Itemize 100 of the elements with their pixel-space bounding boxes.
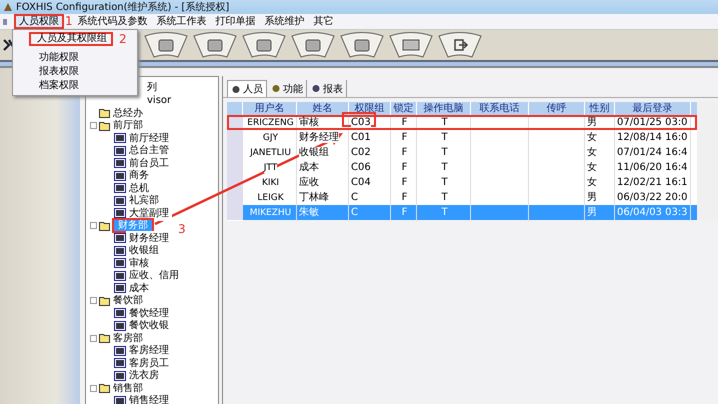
collapse-icon[interactable] xyxy=(90,384,97,392)
table-cell: 11/06/20 16:4 xyxy=(617,162,688,173)
table-cell: 12/02/21 16:1 xyxy=(617,177,688,188)
table-cell: 女 xyxy=(587,147,597,158)
table-cell: 女 xyxy=(587,177,597,188)
table-cell: 男 xyxy=(587,117,597,128)
tab[interactable]: 报表 xyxy=(308,80,347,97)
table-cell: JTT xyxy=(264,163,278,173)
group-icon xyxy=(114,233,126,244)
menu-item[interactable]: 系统维护 xyxy=(260,14,309,29)
table-cell: GJY xyxy=(262,133,278,143)
menu-item[interactable]: 系统代码及参数 xyxy=(74,14,152,29)
menu-item[interactable]: 功能权限 xyxy=(13,51,81,65)
menu-item[interactable]: 系统工作表 xyxy=(152,14,211,29)
menu-item[interactable]: 人员及其权限组 xyxy=(29,32,113,46)
table-cell: 应收 xyxy=(299,177,319,188)
group-icon xyxy=(114,133,126,144)
menu-item[interactable]: 其它 xyxy=(310,14,338,29)
table-cell: F xyxy=(402,117,408,128)
menu-item[interactable]: 档案权限 xyxy=(13,79,81,93)
table-cell: C01 xyxy=(351,132,371,143)
table-cell: 丁林峰 xyxy=(299,192,329,203)
menu-item[interactable]: 人员权限 xyxy=(14,14,64,29)
table-row[interactable]: GJY 财务经理 C01 F T 女 12/08/14 16:0 xyxy=(227,130,697,145)
table-cell: MIKEZHU xyxy=(250,208,292,218)
dot-icon xyxy=(271,84,281,93)
group-icon xyxy=(114,270,126,281)
toolbar-button[interactable] xyxy=(242,32,286,58)
table-cell: 06/04/03 03:3 xyxy=(617,207,688,218)
group-icon xyxy=(114,196,126,206)
table-row[interactable]: KIKI 应收 C04 F T 女 12/02/21 16:1 xyxy=(227,175,697,190)
table-cell: T xyxy=(441,132,448,143)
table-cell: 男 xyxy=(587,207,597,218)
collapse-icon[interactable] xyxy=(90,334,97,342)
table-cell: 07/01/25 03:0 xyxy=(617,117,688,128)
table-cell: T xyxy=(441,147,448,158)
menu-item[interactable]: 打印单据 xyxy=(212,14,260,29)
group-icon xyxy=(114,246,126,256)
group-icon xyxy=(114,283,126,294)
table-cell: C xyxy=(351,192,358,203)
table-cell: 男 xyxy=(587,192,597,203)
group-icon xyxy=(114,320,126,331)
table-cell: C xyxy=(351,207,358,218)
table-cell: T xyxy=(441,162,448,173)
table-cell: 06/03/22 20:0 xyxy=(617,192,688,203)
table-row[interactable]: JTT 成本 C06 F T 女 11/06/20 16:4 xyxy=(227,160,697,175)
table-cell: LEIGK xyxy=(257,193,284,203)
toolbar-button[interactable] xyxy=(389,32,433,58)
toolbar-button[interactable] xyxy=(291,32,335,58)
table-cell: T xyxy=(441,192,448,203)
folder-icon xyxy=(99,333,110,344)
table-cell: 财务经理 xyxy=(299,132,339,143)
app-icon xyxy=(3,2,13,12)
table-cell: T xyxy=(441,177,448,188)
table-cell: C02 xyxy=(351,147,371,158)
folder-icon xyxy=(99,383,110,394)
menu-grip-icon xyxy=(3,18,7,24)
table-cell: 审核 xyxy=(299,117,319,128)
dot-icon xyxy=(311,84,321,93)
collapse-icon[interactable] xyxy=(90,222,97,230)
table-cell: C03 xyxy=(351,117,371,128)
table-row[interactable]: ERICZENG 审核 C03 F T 男 07/01/25 03:0 xyxy=(227,115,697,130)
tab[interactable]: 人员 xyxy=(227,80,267,97)
toolbar-button[interactable] xyxy=(340,32,384,58)
annotation-number: 2 xyxy=(119,33,127,45)
collapse-icon[interactable] xyxy=(90,122,97,130)
group-icon xyxy=(114,308,126,318)
group-icon xyxy=(114,346,126,356)
annotation-number: 1 xyxy=(65,15,73,28)
table-cell: F xyxy=(402,132,408,143)
collapse-icon[interactable] xyxy=(90,297,97,304)
tab[interactable]: 功能 xyxy=(268,80,307,97)
table-cell: F xyxy=(402,147,408,158)
table-cell: F xyxy=(402,192,408,203)
table-row[interactable]: JANETLIU 收银组 C02 F T 女 07/01/24 16:4 xyxy=(227,145,697,160)
table-cell: KIKI xyxy=(262,178,280,188)
table-cell: 12/08/14 16:0 xyxy=(617,132,688,143)
group-icon xyxy=(114,258,126,268)
toolbar-button[interactable] xyxy=(438,32,482,58)
toolbar-button[interactable] xyxy=(144,32,188,58)
folder-icon xyxy=(99,220,110,231)
toolbar-button[interactable] xyxy=(193,32,237,58)
table-cell: F xyxy=(402,162,408,173)
folder-icon xyxy=(99,296,110,306)
group-icon xyxy=(114,183,126,194)
menu-item[interactable]: 报表权限 xyxy=(13,65,81,79)
table-cell: F xyxy=(402,207,408,218)
table-cell: F xyxy=(402,177,408,188)
table-cell: 女 xyxy=(587,132,597,143)
table-cell: C06 xyxy=(351,162,371,173)
table-row[interactable]: LEIGK 丁林峰 C F T 男 06/03/22 20:0 xyxy=(227,190,697,205)
highlight-frame xyxy=(342,112,376,127)
annotation-number: 3 xyxy=(178,223,186,236)
table-cell: 收银组 xyxy=(299,147,329,158)
table-cell: 朱敏 xyxy=(299,207,319,218)
group-icon xyxy=(114,146,126,156)
folder-icon xyxy=(99,120,110,131)
table-cell: 成本 xyxy=(299,162,319,173)
folder-icon xyxy=(99,108,110,118)
table-cell: 女 xyxy=(587,162,597,173)
